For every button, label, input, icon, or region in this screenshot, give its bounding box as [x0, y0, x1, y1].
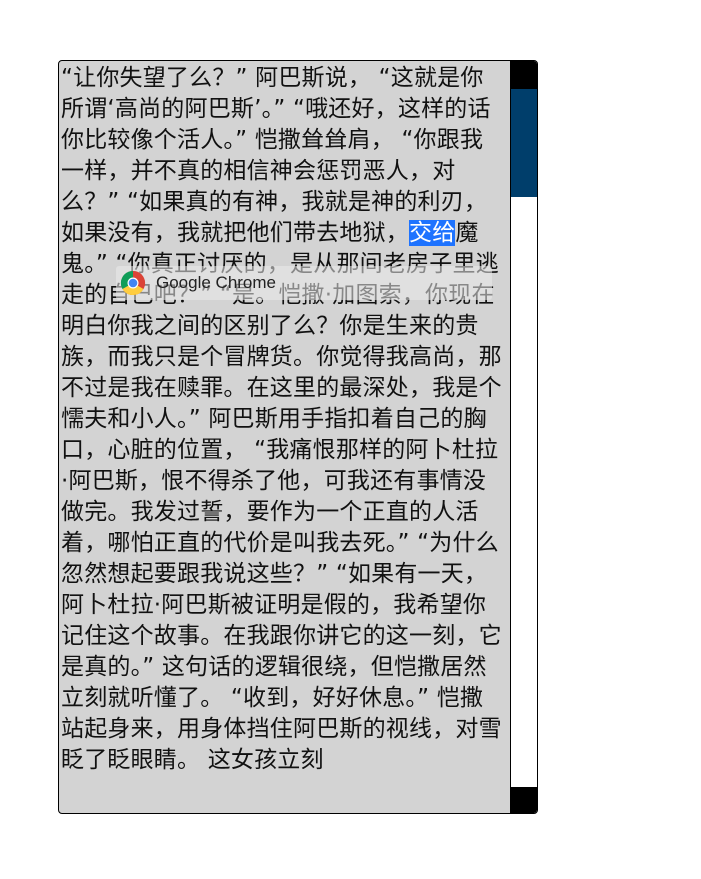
reader-text[interactable]: “让你失望了么？” 阿巴斯说， “这就是你所谓‘高尚的阿巴斯’。” “哦还好，这…: [59, 61, 502, 776]
reader-window: “让你失望了么？” 阿巴斯说， “这就是你所谓‘高尚的阿巴斯’。” “哦还好，这…: [58, 60, 538, 814]
vertical-scrollbar[interactable]: [510, 61, 537, 813]
chrome-icon: [120, 271, 146, 296]
text-after-highlight: 魔鬼。” “你真正讨厌的，是从那间老房子里逃走的自己吧？” “是。恺撒·加图索，…: [61, 220, 502, 773]
text-before-highlight: “让你失望了么？” 阿巴斯说， “这就是你所谓‘高尚的阿巴斯’。” “哦还好，这…: [61, 65, 491, 246]
scroll-thumb[interactable]: [511, 89, 537, 197]
tooltip-label: Google Chrome: [156, 273, 277, 292]
selected-text[interactable]: 交给: [409, 220, 456, 246]
scroll-down-area[interactable]: [511, 787, 537, 813]
scroll-up-area[interactable]: [511, 61, 537, 89]
taskbar-tooltip[interactable]: Google Chrome: [116, 266, 492, 300]
